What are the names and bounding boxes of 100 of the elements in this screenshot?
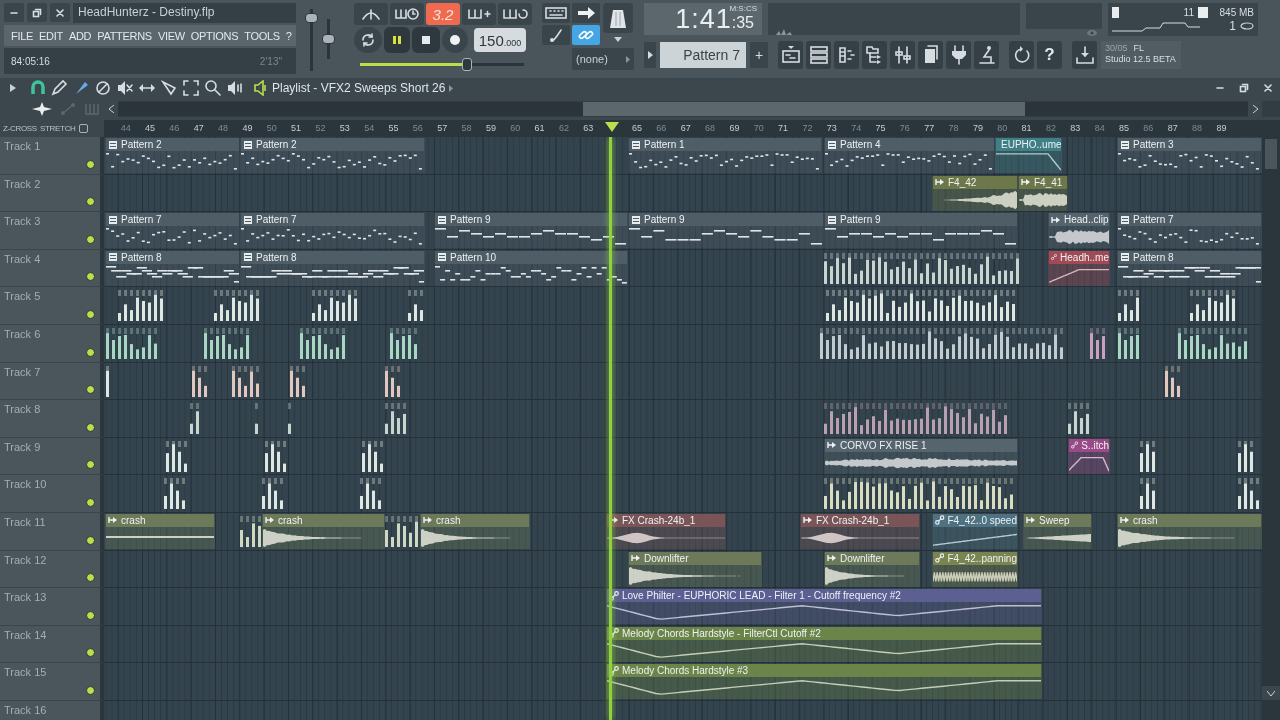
menu-item[interactable]: ADD bbox=[65, 29, 95, 42]
audio-clip[interactable]: crash bbox=[262, 513, 385, 549]
track-header[interactable]: Track 14 bbox=[0, 625, 104, 664]
menu-item[interactable]: TOOLS bbox=[241, 29, 283, 42]
track-name: Track 12 bbox=[4, 553, 47, 566]
track-header[interactable]: Track 8 bbox=[0, 400, 104, 438]
menu-item[interactable]: VIEW bbox=[154, 29, 188, 42]
pattern-clip[interactable]: Pattern 2 bbox=[240, 138, 425, 173]
track-header[interactable]: Track 12 bbox=[0, 550, 104, 589]
clip-label: Love Philter - EUPHORIC LEAD - Filter 1 - Cutoff frequency #2 bbox=[622, 590, 901, 602]
audio-clip[interactable]: crash bbox=[105, 513, 215, 549]
bar-number: 69 bbox=[729, 123, 740, 133]
pattern-clip[interactable]: Pattern 7 bbox=[240, 213, 425, 249]
pattern-clip[interactable]: Pattern 7 bbox=[1117, 213, 1262, 249]
track-header[interactable]: Track 7 bbox=[0, 362, 104, 401]
track-header[interactable]: Track 15 bbox=[0, 663, 104, 701]
track-header[interactable]: Track 5 bbox=[0, 287, 104, 325]
bar-number: 71 bbox=[778, 123, 789, 133]
track-header[interactable]: Track 2 bbox=[0, 174, 104, 213]
option-label[interactable]: Z-CROSS bbox=[3, 124, 37, 133]
automation-clip[interactable]: Melody Chords Hardstyle - FilterCtl Cutoff #2 bbox=[606, 626, 1042, 662]
track-name: Track 6 bbox=[4, 327, 41, 340]
clip-label: Pattern 8 bbox=[1133, 251, 1174, 263]
track-header[interactable]: Track 6 bbox=[0, 324, 104, 363]
menu-item[interactable]: OPTIONS bbox=[187, 29, 242, 42]
clip-label: Melody Chords Hardstyle #3 bbox=[622, 665, 749, 677]
pattern-clip[interactable]: Pattern 9 bbox=[434, 213, 628, 249]
audio-clip[interactable]: crash bbox=[420, 513, 530, 549]
automation-clip[interactable]: F4_42..0 speed bbox=[932, 513, 1018, 549]
track-name: Track 3 bbox=[4, 215, 41, 228]
automation-clip[interactable]: Melody Chords Hardstyle #3 bbox=[606, 664, 1042, 700]
audio-clip[interactable]: F4_42 bbox=[932, 175, 1018, 211]
clip-label: Melody Chords Hardstyle - FilterCtl Cutoff #2 bbox=[622, 627, 821, 639]
pattern-clip[interactable]: Pattern 8 bbox=[240, 250, 425, 286]
audio-clip[interactable]: CORVO FX RISE 1 bbox=[824, 438, 1018, 474]
bar-number: 51 bbox=[291, 123, 302, 133]
bar-number: 66 bbox=[656, 123, 667, 133]
track-header[interactable]: Track 13 bbox=[0, 588, 104, 626]
clip-label: Sweep bbox=[1039, 514, 1070, 526]
clip-label: crash bbox=[121, 514, 146, 526]
clip-label: Downlifter bbox=[840, 552, 885, 564]
track-header[interactable]: Track 4 bbox=[0, 249, 104, 288]
tempo-field[interactable]: 150.000 bbox=[474, 28, 526, 52]
audio-clip[interactable]: Downlifter bbox=[824, 551, 920, 587]
clip-label: F4_42..0 speed bbox=[947, 514, 1017, 526]
pattern-clip[interactable]: Pattern 1 bbox=[628, 138, 822, 173]
bar-number: 83 bbox=[1070, 123, 1081, 133]
cpu-value: 11 bbox=[1182, 6, 1194, 18]
polyphony-value: 1 bbox=[1228, 19, 1236, 33]
pattern-clip[interactable]: Pattern 8 bbox=[105, 250, 240, 286]
menu-item[interactable]: EDIT bbox=[36, 29, 66, 42]
clip-label: Pattern 7 bbox=[256, 214, 297, 226]
snap-selector[interactable]: (none) bbox=[572, 48, 634, 70]
pattern-clip[interactable]: Pattern 2 bbox=[105, 138, 240, 173]
help-button[interactable]: ? bbox=[1037, 41, 1062, 69]
pattern-clip[interactable]: Pattern 9 bbox=[824, 213, 1018, 249]
pattern-selector[interactable]: Pattern 7 bbox=[660, 42, 746, 68]
pattern-clip[interactable]: Pattern 7 bbox=[105, 213, 240, 249]
bar-number: 68 bbox=[705, 123, 716, 133]
option-label[interactable]: STRETCH bbox=[39, 124, 76, 133]
track-name: Track 1 bbox=[4, 140, 41, 152]
playlist-title: Playlist - VFX2 Sweeps Short 26 bbox=[272, 81, 446, 95]
audio-clip[interactable]: F4_41 bbox=[1018, 175, 1068, 211]
track-header[interactable]: Track 1 bbox=[0, 137, 104, 175]
news-panel[interactable]: 30/05 FL Studio 12.5 BETA bbox=[1101, 41, 1181, 69]
add-pattern-button[interactable]: + bbox=[750, 42, 768, 68]
audio-clip[interactable]: Downlifter bbox=[628, 551, 762, 587]
timeline-ruler[interactable]: 44 45 46 47 48 49 50 51 52 53 54 55 56 57 58 59 60 61 62 63 65 66 67 68 69 70 71 72 73 74 75 76 77 78 79 80 81 82 83 84 85 86 87 88 89 bbox=[104, 120, 1262, 137]
bar-number: 50 bbox=[266, 123, 277, 133]
audio-clip[interactable]: FX Crash-24b_1 bbox=[606, 513, 726, 549]
automation-clip[interactable]: EUPHO..ume bbox=[995, 138, 1062, 173]
track-header[interactable]: Track 3 bbox=[0, 212, 104, 250]
track-header[interactable]: Track 16 bbox=[0, 700, 104, 720]
audio-clip[interactable]: Sweep bbox=[1023, 513, 1092, 549]
bar-number: 89 bbox=[1216, 123, 1227, 133]
hint-text: 2'13" bbox=[259, 55, 282, 67]
pattern-clip[interactable]: Pattern 9 bbox=[628, 213, 824, 249]
audio-clip[interactable]: Head..clip bbox=[1048, 213, 1110, 249]
menu-item[interactable]: ? bbox=[282, 29, 295, 42]
audio-clip[interactable]: FX Crash-24b_1 bbox=[800, 513, 920, 549]
track-header[interactable]: Track 9 bbox=[0, 437, 104, 476]
pattern-clip[interactable]: Pattern 4 bbox=[824, 138, 995, 173]
menu-item[interactable]: PATTERNS bbox=[94, 29, 155, 42]
track-name: Track 16 bbox=[4, 703, 47, 716]
track-header[interactable]: Track 11 bbox=[0, 512, 104, 551]
clip-label: crash bbox=[436, 514, 461, 526]
countdown-button[interactable]: 3.2 bbox=[426, 3, 460, 25]
track-name: Track 2 bbox=[4, 177, 41, 190]
automation-clip[interactable]: F4_42..panning bbox=[932, 551, 1018, 587]
track-header[interactable]: Track 10 bbox=[0, 475, 104, 513]
clip-label: Pattern 9 bbox=[450, 214, 491, 226]
automation-clip[interactable]: S..itch bbox=[1068, 438, 1110, 474]
audio-clip[interactable]: crash bbox=[1117, 513, 1262, 549]
pattern-clip[interactable]: Pattern 3 bbox=[1117, 138, 1262, 173]
automation-clip[interactable]: Headh..me bbox=[1048, 250, 1110, 286]
pattern-clip[interactable]: Pattern 8 bbox=[1117, 250, 1262, 286]
automation-clip[interactable]: Love Philter - EUPHORIC LEAD - Filter 1 - Cutoff frequency #2 bbox=[606, 589, 1042, 625]
clip-label: F4_42 bbox=[948, 176, 977, 188]
menu-item[interactable]: FILE bbox=[8, 29, 37, 42]
pattern-clip[interactable]: Pattern 10 bbox=[434, 250, 628, 286]
